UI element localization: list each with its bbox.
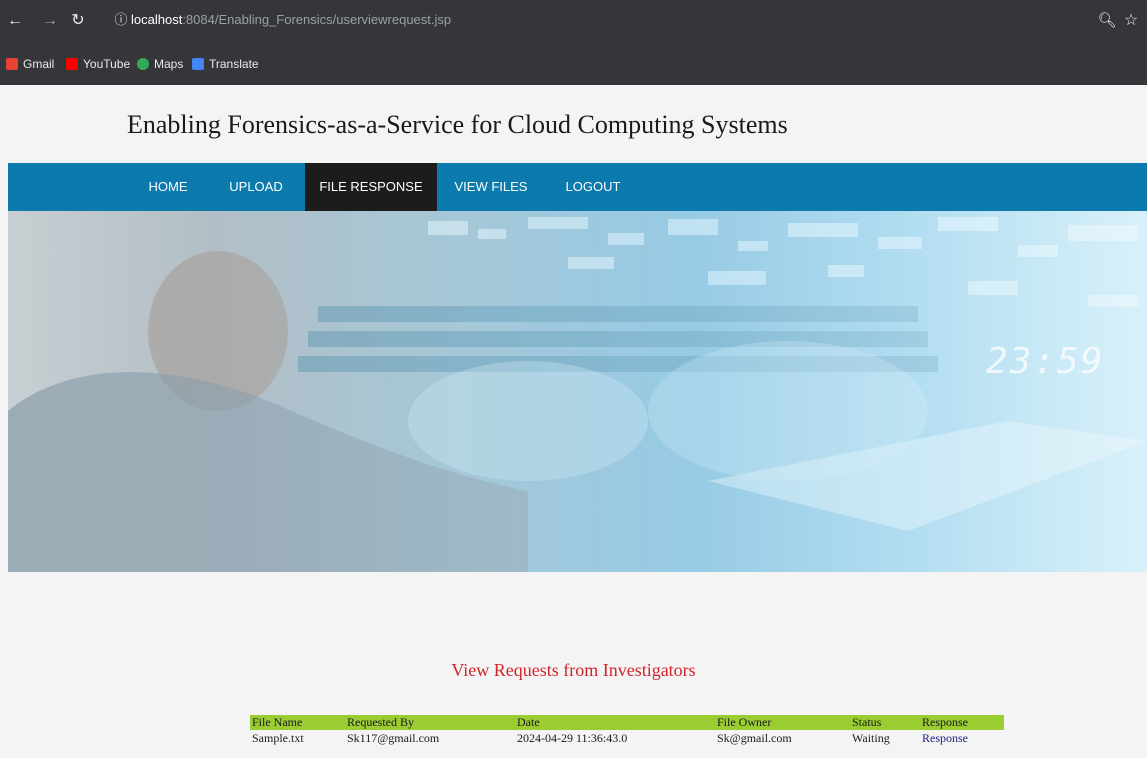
column-header: Date: [515, 715, 715, 730]
column-header: Requested By: [345, 715, 515, 730]
banner-graphic: [8, 211, 1147, 572]
back-arrow-icon[interactable]: ←: [5, 11, 25, 31]
address-bar[interactable]: localhost:8084/Enabling_Forensics/uservi…: [131, 12, 451, 28]
nav-home[interactable]: HOME: [135, 163, 201, 211]
table-header-row: File Name Requested By Date File Owner S…: [250, 715, 1004, 730]
bookmark-translate[interactable]: Translate: [192, 56, 259, 72]
column-header: Response: [920, 715, 1004, 730]
response-link[interactable]: Response: [922, 731, 968, 745]
translate-icon: [192, 58, 204, 70]
nav-file-response[interactable]: FILE RESPONSE: [305, 163, 437, 211]
url-path: :8084/Enabling_Forensics/userviewrequest…: [182, 12, 452, 27]
nav-upload[interactable]: UPLOAD: [221, 163, 291, 211]
maps-icon: [137, 58, 149, 70]
bookmark-gmail[interactable]: Gmail: [6, 56, 54, 72]
gmail-icon: [6, 58, 18, 70]
column-header: Status: [850, 715, 920, 730]
bookmark-label: Gmail: [23, 57, 55, 71]
reload-icon[interactable]: ↻: [68, 11, 88, 31]
bookmark-label: Translate: [209, 57, 259, 71]
cell-file-name: Sample.txt: [252, 731, 304, 745]
forward-arrow-icon[interactable]: →: [40, 11, 60, 31]
site-title: Enabling Forensics-as-a-Service for Clou…: [127, 110, 788, 139]
nav-view-files[interactable]: VIEW FILES: [448, 163, 534, 211]
column-header: File Name: [250, 715, 345, 730]
bookmarks-bar: Gmail YouTube Maps Translate: [0, 42, 1147, 85]
cell-date: 2024-04-29 11:36:43.0: [517, 731, 628, 745]
info-icon[interactable]: ⓘ: [112, 11, 130, 29]
requests-table: File Name Requested By Date File Owner S…: [250, 715, 1004, 746]
cell-file-owner: Sk@gmail.com: [717, 731, 792, 745]
section-title: View Requests from Investigators: [451, 660, 696, 680]
bookmark-label: YouTube: [83, 57, 131, 71]
browser-toolbar: ← → ↻ ⓘ localhost:8084/Enabling_Forensic…: [0, 0, 1147, 42]
nav-logout[interactable]: LOGOUT: [556, 163, 630, 211]
url-host: localhost: [131, 12, 183, 27]
cell-status: Waiting: [852, 731, 890, 745]
star-icon[interactable]: ☆: [1120, 11, 1142, 31]
bookmark-label: Maps: [154, 57, 184, 71]
hero-banner-image: 23:59: [8, 211, 1147, 572]
bookmark-maps[interactable]: Maps: [137, 56, 183, 72]
column-header: File Owner: [715, 715, 850, 730]
main-nav: HOME UPLOAD FILE RESPONSE VIEW FILES LOG…: [8, 163, 1147, 211]
cell-requested-by: Sk117@gmail.com: [347, 731, 440, 745]
bookmark-youtube[interactable]: YouTube: [66, 56, 130, 72]
table-row: Sample.txt Sk117@gmail.com 2024-04-29 11…: [250, 730, 1004, 746]
youtube-icon: [66, 58, 78, 70]
banner-clock-text: 23:59: [986, 341, 1105, 382]
zoom-icon[interactable]: 🔍︎: [1097, 11, 1117, 31]
